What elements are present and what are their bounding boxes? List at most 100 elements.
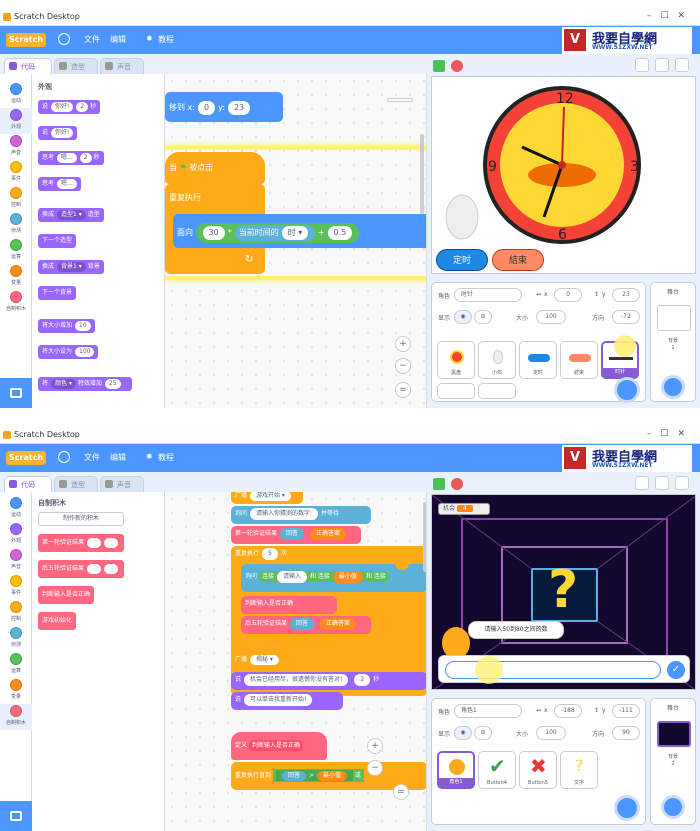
menu-tutorials[interactable]: 教程: [158, 34, 174, 45]
block-input[interactable]: 25: [104, 378, 121, 389]
fullscreen-button[interactable]: [675, 476, 689, 490]
zoom-reset-button[interactable]: =: [395, 382, 411, 398]
join-reporter[interactable]: 连接 请输入和 连接 最小值和 连接: [258, 571, 389, 583]
submit-check-icon[interactable]: ✓: [667, 661, 685, 679]
x-input[interactable]: 0: [197, 101, 216, 115]
workspace-scrollbar-h[interactable]: [165, 824, 426, 828]
correct-answer-reporter[interactable]: 正确答案: [320, 618, 357, 630]
block-input[interactable]: [104, 563, 119, 574]
say-for-secs-block[interactable]: 说机会已经用尽，很遗憾你没有答对! 2 秒: [231, 672, 426, 690]
add-extension-button[interactable]: [0, 378, 32, 408]
number-input[interactable]: 30: [202, 226, 225, 240]
show-eye-icon[interactable]: ◉: [454, 726, 472, 740]
message-dropdown[interactable]: 揭秘 ▾: [250, 655, 279, 665]
judge-call-block[interactable]: 判断输入是否正确: [241, 596, 337, 614]
answer-reporter[interactable]: 回答: [290, 618, 315, 630]
first-round-call-block[interactable]: 第一轮验证结果 回答 正确答案: [231, 526, 361, 544]
palette-block-last-rounds[interactable]: 后五轮验证结果: [38, 560, 124, 578]
end-button[interactable]: 結束: [492, 249, 544, 271]
category-sensing[interactable]: 侦测: [0, 626, 32, 652]
category-my-blocks[interactable]: 自制积木: [0, 704, 32, 730]
show-eye-icon[interactable]: ◉: [454, 310, 472, 324]
workspace-scrollbar-h[interactable]: [387, 98, 413, 102]
backdrop-dropdown[interactable]: 背景1 ▾: [57, 261, 86, 272]
effect-dropdown[interactable]: 颜色 ▾: [51, 378, 76, 389]
sprite-name-input[interactable]: 角色1: [454, 704, 522, 718]
menu-edit[interactable]: 编辑: [110, 34, 126, 45]
menu-file[interactable]: 文件: [84, 34, 100, 45]
sprite-thumb-selected[interactable]: 角色1: [437, 751, 475, 789]
code-workspace[interactable]: 移到 x: 0 y: 23 当 ⚑ 被点击 重复执行 ↻ 面向 30 * 当前时间的时 ▾…: [165, 74, 427, 408]
block-input[interactable]: [104, 537, 119, 548]
say-text-input[interactable]: 机会已经用尽，很遗憾你没有答对!: [244, 674, 349, 686]
green-flag-button[interactable]: [433, 478, 445, 490]
or-reporter[interactable]: 回答 > 最小值 或: [272, 769, 364, 782]
min-reporter[interactable]: 最小值: [332, 571, 363, 583]
define-block[interactable]: 定义 判断输入是否正确: [231, 732, 327, 760]
zoom-out-button[interactable]: −: [367, 760, 383, 776]
workspace-scrollbar-v[interactable]: [420, 134, 424, 214]
operator-reporter[interactable]: 30 * 当前时间的时 ▾ +0.5: [195, 223, 360, 243]
add-sprite-button[interactable]: [614, 377, 640, 403]
sprite-name-input[interactable]: 时针: [454, 288, 522, 302]
answer-reporter[interactable]: 回答: [281, 771, 306, 781]
sprite-thumb[interactable]: ✖ Button5: [519, 751, 557, 789]
broadcast-block[interactable]: 广播 揭秘 ▾: [231, 652, 295, 668]
palette-block-think[interactable]: 思考 嗯...: [38, 177, 81, 191]
y-input[interactable]: 23: [612, 288, 640, 302]
workspace-scrollbar-v[interactable]: [423, 502, 426, 572]
zoom-reset-button[interactable]: =: [393, 784, 409, 800]
category-motion[interactable]: 运动: [0, 496, 32, 522]
stage-thumb[interactable]: [657, 305, 691, 331]
start-timer-button[interactable]: 定时: [436, 249, 488, 271]
palette-block-say[interactable]: 说你好!: [38, 126, 78, 140]
category-sensing[interactable]: 侦测: [0, 212, 32, 238]
menu-tutorials[interactable]: 教程: [158, 452, 174, 463]
size-input[interactable]: 100: [536, 726, 566, 740]
point-in-direction-block[interactable]: 面向 30 * 当前时间的时 ▾ +0.5: [173, 214, 426, 248]
tab-sounds[interactable]: 声音: [100, 476, 144, 492]
category-operators[interactable]: 运算: [0, 238, 32, 264]
palette-block-init[interactable]: 游戏初始化: [38, 612, 77, 630]
broadcast-block[interactable]: 广播 游戏开始 ▾: [231, 492, 303, 504]
code-workspace[interactable]: 广播 游戏开始 ▾ 询问 请输入你猜测的数字: 并等待 第一轮验证结果 回答 正确答案 重…: [165, 492, 427, 831]
category-control[interactable]: 控制: [0, 600, 32, 626]
block-input[interactable]: 100: [75, 346, 95, 357]
text-input[interactable]: 请输入: [276, 571, 307, 583]
palette-block-switch-backdrop[interactable]: 换成 背景1 ▾ 背景: [38, 260, 104, 274]
repeat-count-input[interactable]: 5: [262, 548, 278, 560]
category-sound[interactable]: 声音: [0, 548, 32, 574]
message-dropdown[interactable]: 游戏开始 ▾: [250, 492, 291, 501]
large-stage-button[interactable]: [655, 58, 669, 72]
tab-costumes[interactable]: 造型: [54, 476, 98, 492]
make-block-button[interactable]: 制作新的积木: [38, 512, 124, 526]
sprite-thumb[interactable]: [437, 383, 475, 399]
small-stage-button[interactable]: [635, 476, 649, 490]
palette-block-set-size[interactable]: 将大小设为 100: [38, 345, 99, 359]
min-reporter[interactable]: 最小值: [316, 771, 347, 781]
tab-costumes[interactable]: 造型: [54, 58, 98, 74]
sprite-thumb[interactable]: ✔ Button4: [478, 751, 516, 789]
block-input[interactable]: 2: [79, 152, 92, 163]
category-variables[interactable]: 变量: [0, 678, 32, 704]
say-block[interactable]: 说可以单击我重新开始!: [231, 692, 343, 710]
block-input[interactable]: 2: [76, 101, 89, 112]
zoom-out-button[interactable]: −: [395, 358, 411, 374]
stage-thumb[interactable]: [657, 721, 691, 747]
goto-xy-block[interactable]: 移到 x: 0 y: 23: [165, 92, 283, 122]
hide-eye-icon[interactable]: ⊘: [474, 310, 492, 324]
large-stage-button[interactable]: [655, 476, 669, 490]
when-flag-clicked-block[interactable]: 当 ⚑ 被点击: [165, 152, 265, 184]
category-motion[interactable]: 运动: [0, 82, 32, 108]
tutorials-icon[interactable]: ✸: [146, 452, 153, 461]
category-variables[interactable]: 变量: [0, 264, 32, 290]
window-controls[interactable]: –☐✕: [647, 429, 694, 439]
number-input[interactable]: 0.5: [327, 226, 353, 240]
current-time-reporter[interactable]: 当前时间的时 ▾: [234, 225, 316, 241]
sprite-thumb[interactable]: ? 文字: [560, 751, 598, 789]
sprite-thumb[interactable]: 黑盘: [437, 341, 475, 379]
sprite-thumb[interactable]: [478, 383, 516, 399]
sprite-thumb[interactable]: 小鸡: [478, 341, 516, 379]
answer-reporter[interactable]: 回答: [280, 528, 305, 540]
block-input[interactable]: 你好!: [51, 127, 74, 138]
